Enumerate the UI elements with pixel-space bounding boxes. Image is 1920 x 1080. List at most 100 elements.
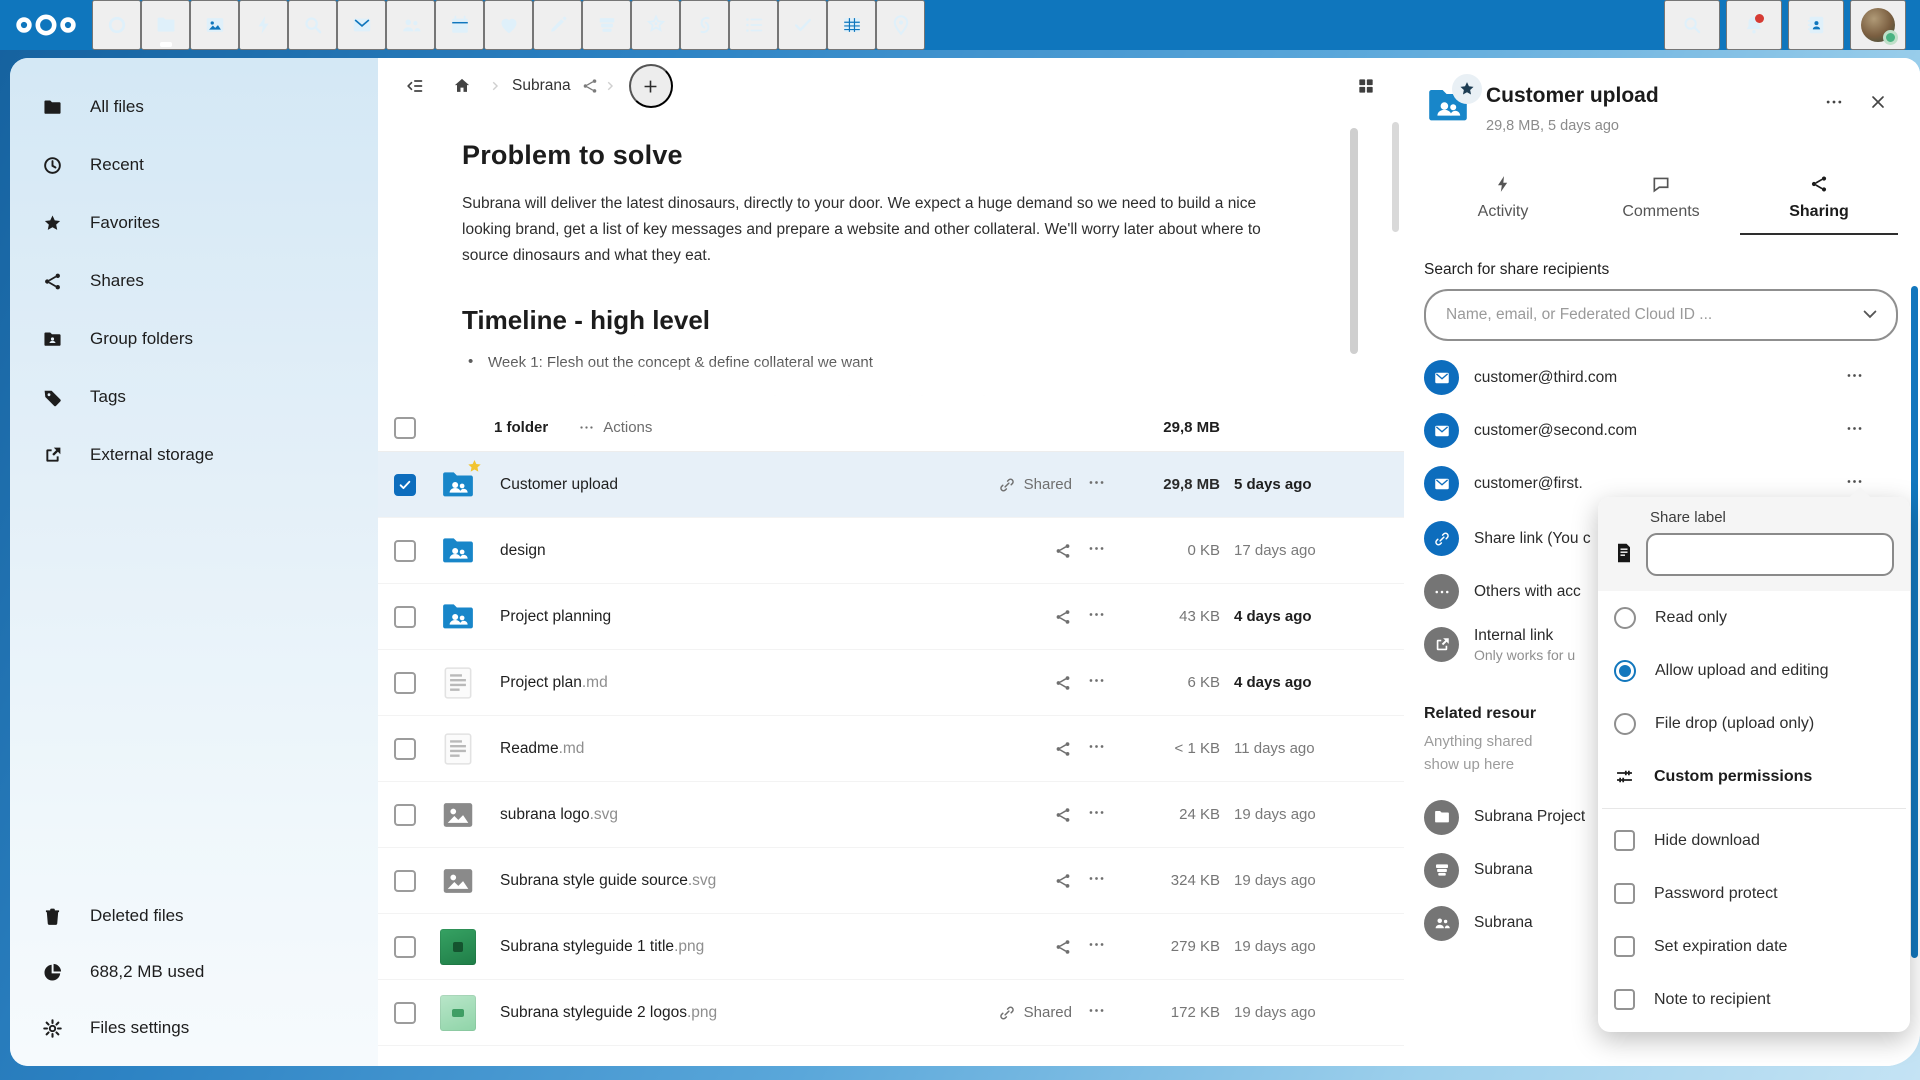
- row-more-button[interactable]: [1087, 473, 1106, 497]
- row-checkbox[interactable]: [394, 672, 416, 694]
- select-all-checkbox[interactable]: [394, 417, 416, 439]
- row-more-button[interactable]: [1087, 605, 1106, 629]
- app-button-sync[interactable]: [680, 0, 729, 50]
- share-status[interactable]: Shared: [998, 1004, 1072, 1022]
- checkbox-control[interactable]: [1614, 989, 1635, 1010]
- share-status[interactable]: [1054, 806, 1072, 824]
- row-checkbox[interactable]: [394, 738, 416, 760]
- sidebar-item-deleted-files[interactable]: Deleted files: [10, 888, 378, 944]
- home-button[interactable]: [440, 64, 484, 108]
- nextcloud-logo[interactable]: [0, 12, 92, 38]
- app-button-calendar[interactable]: [435, 0, 484, 50]
- sidebar-item-external-storage[interactable]: External storage: [10, 426, 378, 484]
- share-status[interactable]: [1054, 542, 1072, 560]
- app-button-files[interactable]: [141, 0, 190, 50]
- row-more-button[interactable]: [1087, 1001, 1106, 1025]
- file-row-project-planning[interactable]: Project planning43 KB4 days ago: [378, 584, 1404, 650]
- avatar-button[interactable]: [1850, 0, 1906, 50]
- app-button-deck[interactable]: [582, 0, 631, 50]
- share-status[interactable]: [1054, 674, 1072, 692]
- share-status[interactable]: [1054, 608, 1072, 626]
- row-more-button[interactable]: [1087, 803, 1106, 827]
- file-row-readme-md[interactable]: Readme.md< 1 KB11 days ago: [378, 716, 1404, 782]
- details-close-button[interactable]: [1858, 82, 1898, 122]
- row-checkbox[interactable]: [394, 1002, 416, 1024]
- row-more-button[interactable]: [1087, 671, 1106, 695]
- share-status[interactable]: [1054, 872, 1072, 890]
- sidebar-item-files-settings[interactable]: Files settings: [10, 1000, 378, 1056]
- radio-option-allow-upload-and-editing[interactable]: Allow upload and editing: [1598, 644, 1910, 697]
- breadcrumb-folder[interactable]: Subrana: [506, 77, 577, 95]
- file-row-customer-upload[interactable]: Customer uploadShared29,8 MB5 days ago: [378, 452, 1404, 518]
- grid-view-toggle[interactable]: [1344, 64, 1388, 108]
- file-row-design[interactable]: design0 KB17 days ago: [378, 518, 1404, 584]
- radio-option-read-only[interactable]: Read only: [1598, 591, 1910, 644]
- radio-control[interactable]: [1614, 713, 1636, 735]
- share-recipient-customer-second[interactable]: customer@second.com: [1424, 404, 1898, 457]
- app-button-mail[interactable]: [337, 0, 386, 50]
- favorite-star-icon[interactable]: [1452, 74, 1482, 104]
- file-row-subrana-styleguide-2-logos-png[interactable]: Subrana styleguide 2 logos.pngShared172 …: [378, 980, 1404, 1046]
- toggle-sidebar-button[interactable]: [392, 64, 436, 108]
- tab-comments[interactable]: Comments: [1582, 164, 1740, 235]
- custom-permissions-item[interactable]: Custom permissions: [1598, 750, 1910, 803]
- checkbox-option-hide-download[interactable]: Hide download: [1598, 814, 1910, 867]
- sidebar-item-storage[interactable]: 688,2 MB used: [10, 944, 378, 1000]
- share-recipient-customer-third[interactable]: customer@third.com: [1424, 351, 1898, 404]
- app-button-dashboard[interactable]: [92, 0, 141, 50]
- sidebar-item-all-files[interactable]: All files: [10, 78, 378, 136]
- row-checkbox[interactable]: [394, 804, 416, 826]
- app-button-tables[interactable]: [827, 0, 876, 50]
- details-more-button[interactable]: [1814, 82, 1854, 122]
- row-more-button[interactable]: [1087, 869, 1106, 893]
- main-scrollbar[interactable]: [1392, 122, 1399, 232]
- chevron-down-icon[interactable]: [1860, 304, 1880, 324]
- checkbox-option-set-expiration-date[interactable]: Set expiration date: [1598, 920, 1910, 973]
- sidebar-item-favorites[interactable]: Favorites: [10, 194, 378, 252]
- app-button-health[interactable]: [484, 0, 533, 50]
- app-button-maps[interactable]: [876, 0, 925, 50]
- share-search-input[interactable]: [1424, 289, 1898, 341]
- preview-scrollbar[interactable]: [1350, 128, 1358, 354]
- row-more-button[interactable]: [1087, 539, 1106, 563]
- row-checkbox[interactable]: [394, 936, 416, 958]
- share-status[interactable]: [1054, 740, 1072, 758]
- radio-control[interactable]: [1614, 660, 1636, 682]
- checkbox-option-note-to-recipient[interactable]: Note to recipient: [1598, 973, 1910, 1026]
- share-status[interactable]: Shared: [998, 476, 1072, 494]
- checkbox-control[interactable]: [1614, 830, 1635, 851]
- radio-option-file-drop[interactable]: File drop (upload only): [1598, 697, 1910, 750]
- tab-activity[interactable]: Activity: [1424, 164, 1582, 235]
- app-button-search-app[interactable]: [288, 0, 337, 50]
- app-button-contacts[interactable]: [386, 0, 435, 50]
- recipient-more-button[interactable]: [1845, 419, 1898, 443]
- row-more-button[interactable]: [1087, 737, 1106, 761]
- tab-sharing[interactable]: Sharing: [1740, 164, 1898, 235]
- file-row-subrana-styleguide-1-title-png[interactable]: Subrana styleguide 1 title.png279 KB19 d…: [378, 914, 1404, 980]
- file-row-subrana-logo-svg[interactable]: subrana logo.svg24 KB19 days ago: [378, 782, 1404, 848]
- notifications-button[interactable]: [1726, 0, 1782, 50]
- checkbox-option-password-protect[interactable]: Password protect: [1598, 867, 1910, 920]
- breadcrumb-share-icon[interactable]: [581, 77, 599, 95]
- file-row-subrana-style-guide-source-svg[interactable]: Subrana style guide source.svg324 KB19 d…: [378, 848, 1404, 914]
- actions-button[interactable]: Actions: [578, 419, 652, 436]
- app-button-activity[interactable]: [239, 0, 288, 50]
- app-button-collectives[interactable]: [729, 0, 778, 50]
- app-button-notes[interactable]: [533, 0, 582, 50]
- app-button-photos[interactable]: [190, 0, 239, 50]
- sidebar-item-recent[interactable]: Recent: [10, 136, 378, 194]
- share-status[interactable]: [1054, 938, 1072, 956]
- row-checkbox[interactable]: [394, 606, 416, 628]
- details-scrollbar[interactable]: [1911, 286, 1918, 958]
- checkbox-control[interactable]: [1614, 936, 1635, 957]
- app-button-forms[interactable]: [631, 0, 680, 50]
- radio-control[interactable]: [1614, 607, 1636, 629]
- sidebar-item-shares[interactable]: Shares: [10, 252, 378, 310]
- file-row-project-plan-md[interactable]: Project plan.md6 KB4 days ago: [378, 650, 1404, 716]
- share-label-input[interactable]: [1646, 533, 1894, 576]
- app-button-tasks[interactable]: [778, 0, 827, 50]
- row-checkbox[interactable]: [394, 870, 416, 892]
- unified-search-button[interactable]: [1664, 0, 1720, 50]
- recipient-more-button[interactable]: [1845, 366, 1898, 390]
- checkbox-control[interactable]: [1614, 883, 1635, 904]
